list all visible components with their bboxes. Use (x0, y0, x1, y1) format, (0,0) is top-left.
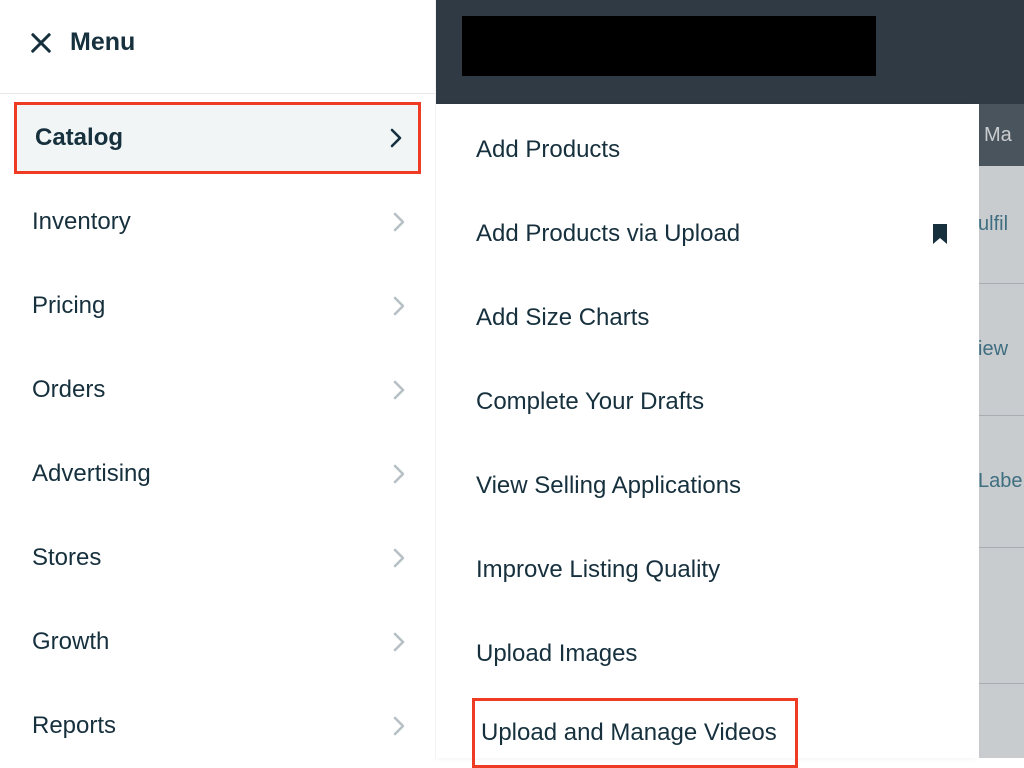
menu-label: Stores (32, 544, 101, 572)
menu-list: Catalog Inventory Pricing Orders Adverti… (0, 102, 435, 762)
chevron-right-icon (393, 548, 405, 568)
menu-label: Catalog (35, 124, 123, 152)
sidebar-item-pricing[interactable]: Pricing (14, 270, 421, 342)
flyout-label: Complete Your Drafts (476, 388, 704, 416)
main-menu-sidebar: Menu Catalog Inventory Pricing Orders Ad… (0, 0, 436, 758)
menu-label: Pricing (32, 292, 105, 320)
sidebar-item-catalog[interactable]: Catalog (14, 102, 421, 174)
flyout-item-add-products[interactable]: Add Products (436, 114, 979, 186)
chevron-right-icon (393, 632, 405, 652)
flyout-item-add-products-via-upload[interactable]: Add Products via Upload (436, 198, 979, 270)
menu-label: Growth (32, 628, 109, 656)
redacted-region (462, 16, 876, 76)
sidebar-item-inventory[interactable]: Inventory (14, 186, 421, 258)
flyout-item-view-selling-applications[interactable]: View Selling Applications (436, 450, 979, 522)
flyout-label: Upload and Manage Videos (481, 719, 777, 747)
flyout-label: Upload Images (476, 640, 637, 668)
sidebar-item-orders[interactable]: Orders (14, 354, 421, 426)
flyout-label: Add Products via Upload (476, 220, 740, 248)
flyout-item-improve-listing-quality[interactable]: Improve Listing Quality (436, 534, 979, 606)
sidebar-item-growth[interactable]: Growth (14, 606, 421, 678)
chevron-right-icon (393, 380, 405, 400)
menu-label: Orders (32, 376, 105, 404)
sidebar-item-advertising[interactable]: Advertising (14, 438, 421, 510)
sidebar-item-reports[interactable]: Reports (14, 690, 421, 762)
menu-label: Reports (32, 712, 116, 740)
sidebar-item-stores[interactable]: Stores (14, 522, 421, 594)
flyout-label: Improve Listing Quality (476, 556, 720, 584)
chevron-right-icon (393, 296, 405, 316)
bookmark-icon (931, 223, 949, 245)
flyout-label: Add Size Charts (476, 304, 649, 332)
flyout-label: Add Products (476, 136, 620, 164)
menu-header: Menu (0, 0, 435, 94)
flyout-label: View Selling Applications (476, 472, 741, 500)
menu-label: Inventory (32, 208, 131, 236)
submenu-flyout: Add Products Add Products via Upload Add… (436, 104, 979, 758)
chevron-right-icon (393, 464, 405, 484)
menu-label: Advertising (32, 460, 151, 488)
chevron-right-icon (393, 212, 405, 232)
close-icon[interactable] (30, 32, 52, 54)
dimmed-background-veil (978, 104, 1024, 758)
flyout-item-complete-your-drafts[interactable]: Complete Your Drafts (436, 366, 979, 438)
menu-title: Menu (70, 28, 135, 57)
chevron-right-icon (390, 128, 402, 148)
flyout-item-add-size-charts[interactable]: Add Size Charts (436, 282, 979, 354)
flyout-item-upload-images[interactable]: Upload Images (436, 618, 979, 690)
chevron-right-icon (393, 716, 405, 736)
